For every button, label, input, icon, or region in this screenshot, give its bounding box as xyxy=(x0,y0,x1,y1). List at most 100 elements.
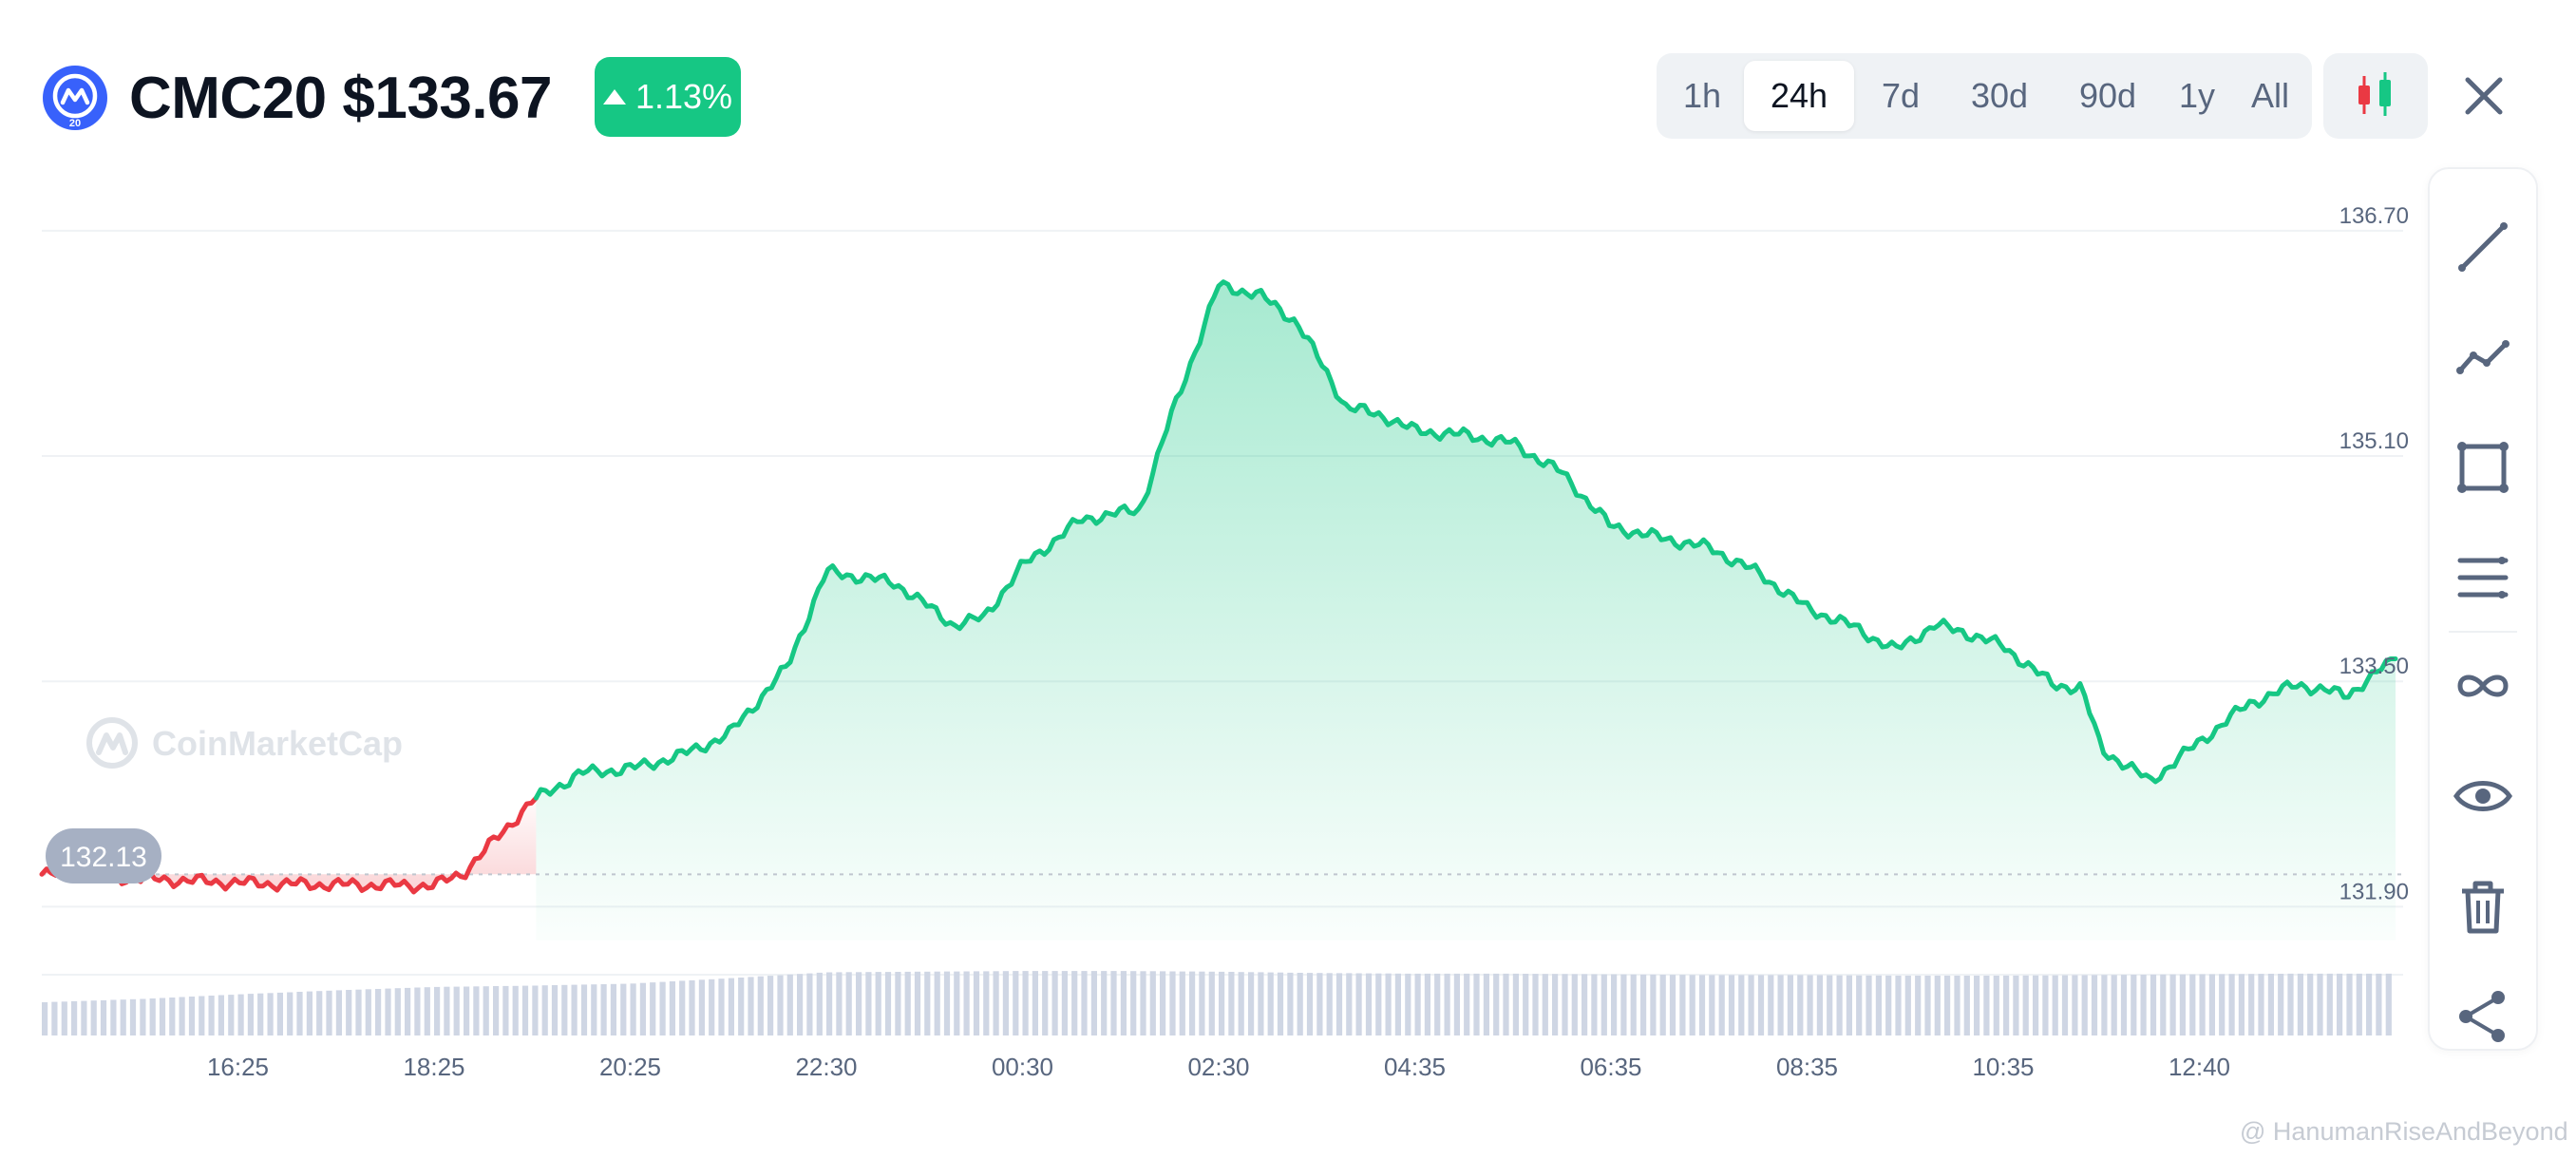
volume-bar xyxy=(1267,972,1274,1036)
close-icon[interactable] xyxy=(2456,68,2511,124)
volume-bar xyxy=(698,979,705,1036)
volume-bar xyxy=(1611,974,1618,1036)
volume-bar xyxy=(237,994,244,1036)
volume-bar xyxy=(1542,974,1548,1036)
volume-bar xyxy=(512,985,519,1036)
volume-bar xyxy=(650,982,656,1036)
trend-line-icon[interactable] xyxy=(2453,217,2513,277)
volume-bar xyxy=(2101,975,2108,1036)
volume-bar xyxy=(2052,975,2058,1036)
volume-bar xyxy=(2140,975,2147,1036)
candlestick-icon xyxy=(2358,72,2391,116)
volume-bar xyxy=(1768,975,1774,1036)
volume-bar xyxy=(140,998,146,1036)
volume-bar xyxy=(738,978,745,1036)
tab-1h[interactable]: 1h xyxy=(1664,61,1740,131)
volume-bar xyxy=(1866,975,1872,1036)
eye-icon[interactable] xyxy=(2453,766,2513,826)
y-tick-label: 136.70 xyxy=(2339,203,2409,229)
volume-bar xyxy=(2287,973,2294,1036)
volume-bar xyxy=(2258,974,2264,1036)
volume-bar xyxy=(1355,973,1362,1036)
price-chart[interactable]: CoinMarketCap 132.13 136.70 135.10 133.50 1… xyxy=(0,180,2413,1112)
volume-bar xyxy=(2267,974,2274,1036)
volume-bar xyxy=(2169,974,2176,1036)
volume-bar xyxy=(1414,973,1421,1036)
x-tick-label: 12:40 xyxy=(2169,1053,2230,1081)
volume-bar xyxy=(2131,975,2137,1036)
baseline-value: 132.13 xyxy=(60,842,147,873)
volume-bar xyxy=(276,992,283,1036)
volume-bar xyxy=(924,971,931,1036)
volume-bar xyxy=(335,990,342,1036)
tab-all[interactable]: All xyxy=(2234,61,2306,131)
candlestick-toggle-button[interactable] xyxy=(2323,53,2428,139)
volume-bar xyxy=(1523,974,1529,1036)
volume-bar xyxy=(1306,973,1314,1036)
volume-bar xyxy=(610,983,616,1036)
volume-bar xyxy=(679,980,686,1036)
volume-bar xyxy=(1709,975,1715,1036)
x-tick-label: 06:35 xyxy=(1580,1053,1641,1081)
logo-badge-text: 20 xyxy=(69,118,81,129)
volume-bar xyxy=(767,976,774,1036)
volume-bar xyxy=(2013,975,2019,1036)
volume-bar xyxy=(1101,971,1108,1036)
volume-bar xyxy=(1277,972,1284,1036)
infinity-icon[interactable] xyxy=(2453,656,2513,716)
volume-bar xyxy=(257,993,264,1036)
volume-bar xyxy=(2356,973,2362,1036)
volume-bar xyxy=(2003,975,2010,1036)
chart-header: 20 CMC20 $133.67 1.13% 1h 24h 7d 30d 90d… xyxy=(0,0,2576,180)
volume-bar xyxy=(287,992,294,1036)
volume-bar xyxy=(1032,971,1038,1036)
volume-bar xyxy=(2307,973,2314,1036)
volume-bar xyxy=(797,974,804,1036)
tab-24h[interactable]: 24h xyxy=(1744,61,1854,131)
tab-30d[interactable]: 30d xyxy=(1947,61,2052,131)
volume-bar xyxy=(1738,975,1745,1036)
volume-bar xyxy=(1375,973,1382,1036)
volume-bar xyxy=(228,995,235,1036)
volume-bar xyxy=(483,986,489,1036)
volume-bar xyxy=(296,992,303,1036)
tab-90d[interactable]: 90d xyxy=(2055,61,2160,131)
price-label: $133.67 xyxy=(342,66,553,131)
volume-bar xyxy=(2160,974,2167,1036)
volume-bar xyxy=(2228,974,2235,1036)
rectangle-icon[interactable] xyxy=(2453,437,2513,498)
volume-bar xyxy=(1042,971,1049,1036)
volume-bar xyxy=(100,999,107,1036)
volume-bar xyxy=(1453,973,1460,1036)
volume-bar xyxy=(199,996,205,1036)
volume-bar xyxy=(2042,975,2049,1036)
share-icon[interactable] xyxy=(2453,986,2513,1047)
volume-bar xyxy=(1120,971,1127,1036)
volume-bar xyxy=(306,991,313,1036)
tab-1y[interactable]: 1y xyxy=(2164,61,2230,131)
x-tick-label: 02:30 xyxy=(1187,1053,1249,1081)
volume-bar xyxy=(159,998,166,1036)
volume-bar xyxy=(1071,971,1078,1036)
cmc20-logo-icon: 20 xyxy=(43,66,107,130)
trash-icon[interactable] xyxy=(2453,876,2513,937)
volume-bar xyxy=(875,972,881,1036)
parallel-lines-icon[interactable] xyxy=(2453,547,2513,608)
volume-bar xyxy=(1081,971,1088,1036)
polyline-icon[interactable] xyxy=(2453,327,2513,388)
volume-bar xyxy=(728,978,734,1036)
volume-bar xyxy=(502,985,509,1036)
volume-bar xyxy=(1748,975,1754,1036)
volume-bar xyxy=(326,990,332,1036)
volume-bar xyxy=(444,986,450,1036)
volume-bar xyxy=(1228,972,1235,1036)
volume-bar xyxy=(1140,971,1146,1036)
tab-7d[interactable]: 7d xyxy=(1858,61,1943,131)
volume-bar xyxy=(365,989,371,1036)
volume-bar xyxy=(1954,976,1960,1036)
volume-bar xyxy=(943,971,951,1036)
volume-bar xyxy=(757,976,764,1036)
y-tick-label: 131.90 xyxy=(2339,879,2409,904)
volume-bar xyxy=(1248,972,1255,1036)
volume-bar xyxy=(963,971,970,1036)
